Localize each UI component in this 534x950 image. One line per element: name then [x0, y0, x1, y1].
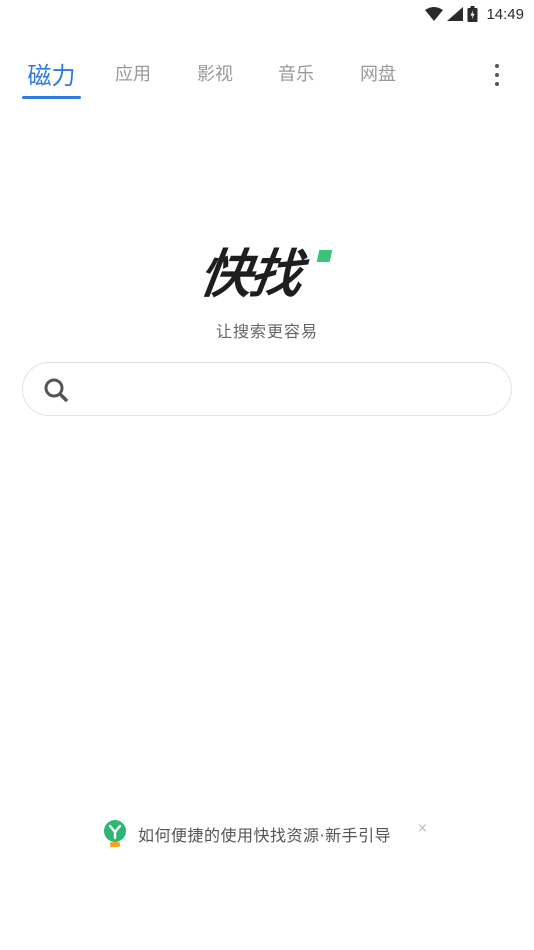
status-bar: 14:49 — [0, 0, 534, 28]
slogan: 让搜索更容易 — [215, 322, 318, 341]
battery-icon — [467, 6, 478, 22]
logo-accent-mark — [316, 250, 333, 262]
lightbulb-icon — [102, 819, 128, 849]
category-tabs: 磁力 应用 影视 音乐 网盘 — [0, 50, 534, 102]
app-screen: 14:49 磁力 应用 影视 音乐 网盘 快找 让搜索更容易 如何便捷的使用快找… — [0, 0, 534, 950]
status-time: 14:49 — [486, 5, 524, 23]
tab-apps[interactable]: 应用 — [108, 50, 158, 96]
search-icon — [43, 377, 69, 407]
signal-icon — [447, 7, 464, 21]
close-icon[interactable]: × — [417, 822, 428, 836]
tab-video[interactable]: 影视 — [190, 50, 240, 96]
search-box[interactable] — [22, 362, 512, 416]
active-tab-indicator — [22, 96, 81, 99]
tab-music[interactable]: 音乐 — [271, 50, 321, 96]
more-menu-icon[interactable] — [490, 64, 504, 86]
tab-magnet[interactable]: 磁力 — [22, 50, 81, 96]
wifi-icon — [425, 7, 444, 21]
logo-text: 快找 — [195, 245, 305, 305]
app-logo: 快找 — [196, 240, 340, 310]
beginner-guide-link[interactable]: 如何便捷的使用快找资源·新手引导 — [102, 818, 391, 850]
tab-netdisk[interactable]: 网盘 — [353, 50, 403, 96]
guide-text: 如何便捷的使用快找资源·新手引导 — [138, 826, 392, 845]
search-input[interactable] — [87, 373, 487, 407]
